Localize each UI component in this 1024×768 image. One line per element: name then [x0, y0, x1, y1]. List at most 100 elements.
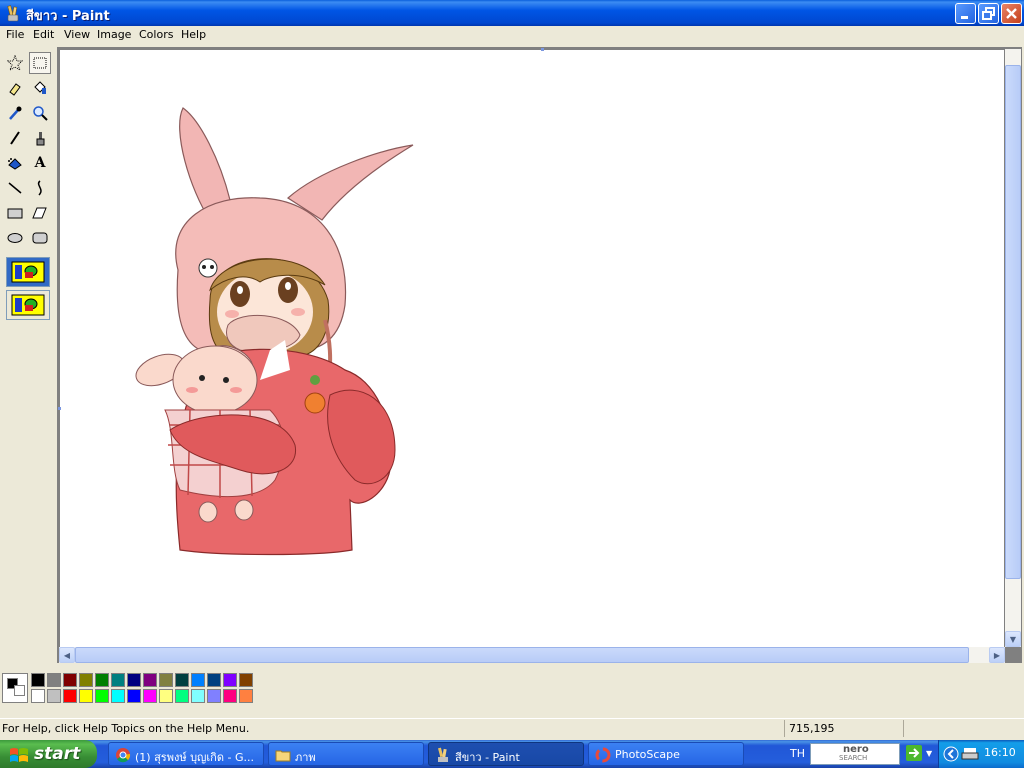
current-colors[interactable] [2, 673, 28, 703]
tool-pick-color[interactable] [4, 102, 26, 124]
palette-swatch[interactable] [207, 689, 221, 703]
tool-pencil[interactable] [4, 127, 26, 149]
folder-icon [275, 750, 291, 762]
tray-expand-icon[interactable] [943, 746, 959, 762]
palette-swatch[interactable] [31, 689, 45, 703]
language-indicator[interactable]: TH [790, 747, 805, 760]
menu-image[interactable]: Image [97, 28, 131, 41]
menu-edit[interactable]: Edit [33, 28, 54, 41]
palette-swatch[interactable] [239, 673, 253, 687]
tool-text[interactable]: A [29, 152, 51, 174]
window-title: สีขาว - Paint [26, 9, 110, 24]
palette-swatch[interactable] [63, 689, 77, 703]
printer-icon[interactable] [961, 746, 979, 762]
dropdown-arrow-icon[interactable]: ▼ [926, 749, 932, 758]
title-bar[interactable]: สีขาว - Paint [0, 0, 1024, 26]
resize-handle-top[interactable] [541, 48, 544, 51]
tool-eraser[interactable] [4, 77, 26, 99]
horizontal-scrollbar[interactable]: ◀ ▶ [59, 647, 1005, 663]
task-chrome[interactable]: (1) สุรพงษ์ บุญเกิด - G... [108, 742, 264, 766]
restore-icon [982, 7, 995, 20]
clock: 16:10 [984, 746, 1016, 759]
tool-fill[interactable] [29, 77, 51, 99]
minimize-icon [961, 16, 968, 19]
palette-swatch[interactable] [95, 689, 109, 703]
tool-brush[interactable] [29, 127, 51, 149]
chevron-down-icon: ▼ [1009, 634, 1017, 644]
resize-handle-left[interactable] [58, 407, 61, 410]
background-color [14, 685, 25, 696]
palette-swatch[interactable] [31, 673, 45, 687]
menu-view[interactable]: View [64, 28, 90, 41]
menu-colors[interactable]: Colors [139, 28, 173, 41]
palette-swatch[interactable] [143, 689, 157, 703]
ellipse-icon [7, 233, 23, 243]
option-opaque[interactable] [6, 257, 50, 287]
tool-rounded-rectangle[interactable] [29, 227, 51, 249]
tool-curve[interactable] [29, 177, 51, 199]
palette-swatch[interactable] [79, 689, 93, 703]
close-button[interactable] [1001, 3, 1022, 24]
task-photoscape[interactable]: PhotoScape [588, 742, 744, 766]
palette-swatch[interactable] [47, 689, 61, 703]
tool-select[interactable] [29, 52, 51, 74]
brush-icon [36, 132, 45, 146]
palette-swatch[interactable] [127, 673, 141, 687]
horizontal-scroll-thumb[interactable] [75, 647, 969, 663]
palette-swatch[interactable] [47, 673, 61, 687]
text-icon: A [34, 155, 46, 171]
task-label: PhotoScape [615, 748, 680, 761]
task-folder[interactable]: ภาพ [268, 742, 424, 766]
palette-swatch[interactable] [191, 673, 205, 687]
tool-magnifier[interactable] [29, 102, 51, 124]
start-label: start [34, 744, 81, 764]
tool-polygon[interactable] [29, 202, 51, 224]
tool-rectangle[interactable] [4, 202, 26, 224]
paint-window: สีขาว - Paint File Edit View Image Color… [0, 0, 1024, 740]
menu-help[interactable]: Help [181, 28, 206, 41]
palette-swatch[interactable] [111, 689, 125, 703]
vertical-scrollbar[interactable]: ▼ [1005, 49, 1021, 647]
palette-swatch[interactable] [207, 673, 221, 687]
palette-swatch[interactable] [127, 689, 141, 703]
eraser-icon [9, 83, 21, 96]
tool-airbrush[interactable] [4, 152, 26, 174]
rounded-rect-icon [32, 232, 48, 244]
palette-swatch[interactable] [79, 673, 93, 687]
task-label: สีขาว - Paint [455, 751, 520, 764]
palette-swatch[interactable] [63, 673, 77, 687]
tool-ellipse[interactable] [4, 227, 26, 249]
palette-swatch[interactable] [191, 689, 205, 703]
start-button[interactable]: start [0, 740, 97, 768]
polygon-icon [32, 207, 47, 219]
tool-free-form-select[interactable] [4, 52, 26, 74]
vertical-scroll-thumb[interactable] [1005, 65, 1021, 579]
palette-swatch[interactable] [111, 673, 125, 687]
task-paint[interactable]: สีขาว - Paint [428, 742, 584, 766]
palette-swatch[interactable] [239, 689, 253, 703]
scroll-left-button[interactable]: ◀ [59, 647, 75, 663]
chevron-left-icon: ◀ [63, 650, 71, 660]
line-icon [8, 182, 22, 194]
drawing-canvas[interactable] [60, 50, 1004, 647]
scroll-right-button[interactable]: ▶ [989, 647, 1005, 663]
palette-swatch[interactable] [159, 689, 173, 703]
option-transparent[interactable] [6, 290, 50, 320]
status-divider [784, 720, 785, 737]
palette-swatch[interactable] [175, 689, 189, 703]
task-label: (1) สุรพงษ์ บุญเกิด - G... [135, 751, 254, 764]
palette-swatch[interactable] [143, 673, 157, 687]
palette-swatch[interactable] [159, 673, 173, 687]
palette-swatch[interactable] [223, 673, 237, 687]
palette-swatch[interactable] [95, 673, 109, 687]
palette-swatch[interactable] [223, 689, 237, 703]
scroll-down-button[interactable]: ▼ [1005, 631, 1021, 647]
menu-file[interactable]: File [6, 28, 24, 41]
minimize-button[interactable] [955, 3, 976, 24]
tool-line[interactable] [4, 177, 26, 199]
go-button[interactable] [906, 745, 922, 761]
nero-search-box[interactable]: nero SEARCH [810, 743, 900, 765]
palette-swatch[interactable] [175, 673, 189, 687]
magnifier-icon [33, 106, 48, 121]
restore-button[interactable] [978, 3, 999, 24]
